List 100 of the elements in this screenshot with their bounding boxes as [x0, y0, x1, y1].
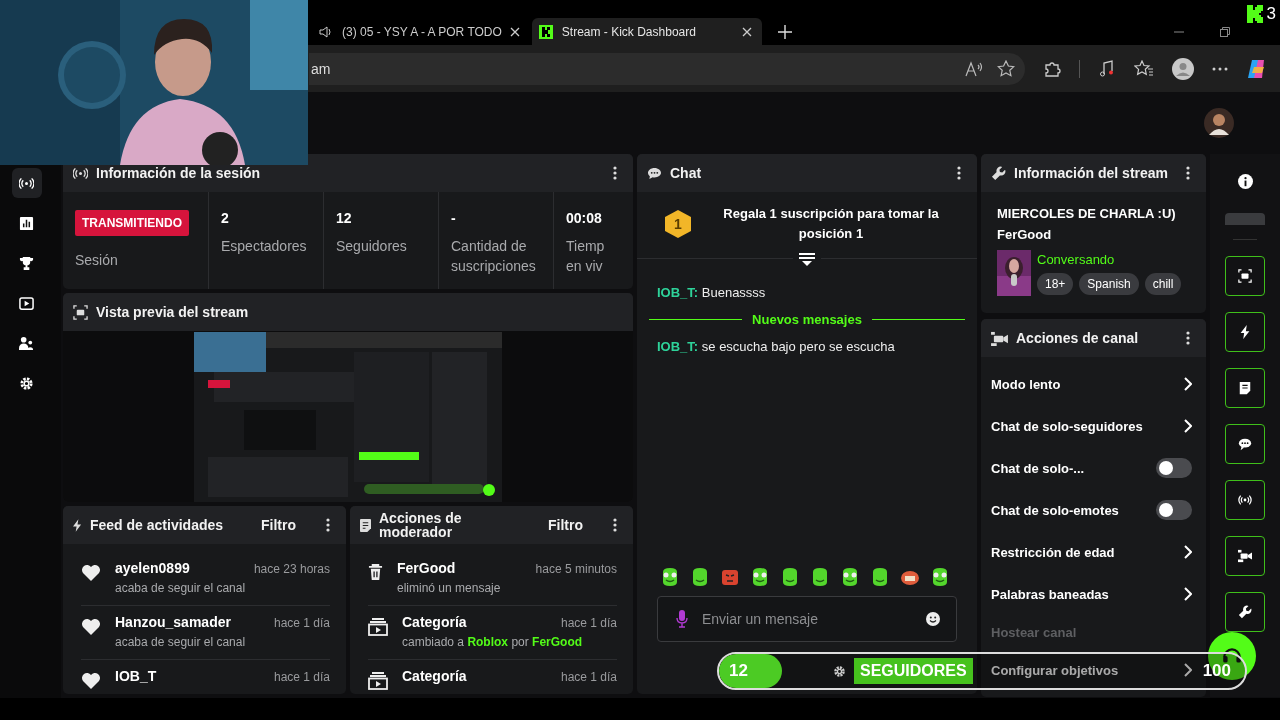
- info-icon[interactable]: [1237, 174, 1253, 189]
- toggle-switch[interactable]: [1156, 500, 1192, 520]
- chevron-right-icon: [1184, 587, 1192, 601]
- stat-value: 00:08: [566, 210, 603, 226]
- stat-value: 12: [336, 210, 353, 226]
- stream-title: MIERCOLES DE CHARLA :U): [997, 206, 1177, 221]
- more-icon[interactable]: [1212, 66, 1228, 71]
- goal-current: 12: [729, 661, 749, 681]
- chat-button[interactable]: [1225, 424, 1265, 464]
- chat-message: IOB_T: se escucha bajo pero se escucha: [657, 339, 896, 354]
- channel-action-item[interactable]: Chat de solo-seguidores: [991, 405, 1192, 447]
- channel-action-item[interactable]: Modo lento: [991, 363, 1192, 405]
- broadcast-icon: [19, 175, 34, 191]
- notification-count: 3: [1266, 4, 1276, 24]
- username: Hanzou_samader: [115, 614, 231, 630]
- address-bar[interactable]: am: [309, 52, 1025, 85]
- username: ayelen0899: [115, 560, 190, 576]
- panel-title: Vista previa del stream: [96, 304, 250, 320]
- panel-title: Chat: [670, 165, 703, 181]
- stat-label: Espectadores: [221, 237, 308, 256]
- broadcast-button[interactable]: [1225, 480, 1265, 520]
- video-category-icon: [368, 672, 388, 690]
- tag-chip[interactable]: chill: [1144, 272, 1182, 295]
- chevron-right-icon: [1184, 419, 1192, 433]
- chat-icon: [1238, 437, 1252, 451]
- browser-tab[interactable]: Stream - Kick Dashboard: [531, 18, 762, 45]
- close-icon[interactable]: [741, 26, 752, 37]
- category-link[interactable]: Conversando: [1037, 251, 1182, 267]
- chart-icon: [19, 215, 34, 231]
- read-aloud-icon[interactable]: [965, 60, 983, 77]
- stat-value: -: [451, 210, 457, 226]
- music-icon[interactable]: [1098, 59, 1116, 78]
- lightning-icon: [73, 518, 82, 532]
- note-icon: [1238, 381, 1252, 395]
- heart-icon: [81, 618, 101, 636]
- activity-text: cambiado a Roblox por FerGood: [402, 635, 584, 649]
- bolt-icon: [1238, 325, 1252, 339]
- close-icon[interactable]: [509, 26, 520, 37]
- camera-button[interactable]: [1225, 536, 1265, 576]
- tag-chip[interactable]: Spanish: [1079, 272, 1139, 295]
- screen-icon: [1238, 269, 1252, 283]
- stat-label: Seguidores: [336, 237, 408, 256]
- panel-title: Feed de actividades: [90, 517, 225, 533]
- channel-action-item[interactable]: Palabras baneadas: [991, 573, 1192, 615]
- chat-message: IOB_T: Buenassss: [657, 285, 767, 300]
- profile-icon[interactable]: [1172, 57, 1194, 80]
- activity-text: acaba de seguir el canal: [115, 581, 247, 595]
- username: FerGood: [397, 560, 456, 576]
- broadcast-icon: [1238, 493, 1252, 507]
- new-tab-icon[interactable]: [777, 24, 792, 39]
- panel-title: Información del stream: [1014, 166, 1170, 180]
- tag-chip[interactable]: 18+: [1037, 272, 1074, 295]
- stat-value: 2: [221, 210, 230, 226]
- heart-icon: [81, 672, 101, 690]
- chevron-right-icon: [1184, 545, 1192, 559]
- chevron-right-icon: [1184, 377, 1192, 391]
- stat-label: Cantidad de suscripciones: [451, 237, 537, 276]
- browser-tab[interactable]: (3) 05 - YSY A - A POR TODO: [312, 18, 530, 45]
- timestamp: hace 1 día: [273, 670, 330, 684]
- bolt-button[interactable]: [1225, 312, 1265, 352]
- channel-action-item[interactable]: Restricción de edad: [991, 531, 1192, 573]
- panel-title: Acciones de moderador: [379, 511, 463, 539]
- toggle-switch[interactable]: [1156, 458, 1192, 478]
- rank-badge: 1: [665, 210, 691, 238]
- filter-button[interactable]: Filtro: [544, 515, 601, 535]
- note-button[interactable]: [1225, 368, 1265, 408]
- screen-button[interactable]: [1225, 256, 1265, 296]
- maximize-icon[interactable]: [1220, 26, 1230, 37]
- screen-icon: [73, 304, 88, 320]
- video-category-icon: [368, 618, 388, 636]
- microphone-icon[interactable]: [676, 610, 688, 628]
- star-icon[interactable]: [997, 59, 1015, 78]
- filter-button[interactable]: Filtro: [257, 515, 314, 535]
- panel-title: Acciones de canal: [1016, 330, 1140, 346]
- trash-icon: [368, 564, 383, 581]
- rail-handle: [1225, 213, 1265, 225]
- chat-input[interactable]: Enviar un mensaje: [700, 610, 914, 628]
- timestamp: hace 1 día: [560, 670, 617, 684]
- sidebar-button[interactable]: [11, 168, 42, 198]
- toggle-label: Chat de solo-emotes: [991, 502, 1119, 518]
- wrench-button[interactable]: [1225, 592, 1265, 632]
- user-avatar[interactable]: [1204, 108, 1234, 138]
- panel-title: Información de la sesión: [96, 165, 262, 181]
- chevron-right-icon: [1184, 663, 1192, 677]
- channel-action-item[interactable]: Configurar objetivos: [991, 649, 1192, 691]
- timestamp: hace 1 día: [273, 616, 330, 630]
- username: IOB_T: [115, 668, 157, 684]
- heart-icon: [81, 564, 101, 582]
- timestamp: hace 5 minutos: [535, 562, 617, 576]
- favorites-icon[interactable]: [1134, 59, 1154, 78]
- extensions-icon[interactable]: [1043, 59, 1061, 78]
- stat-label: Sesión: [75, 251, 119, 270]
- wrench-icon: [991, 165, 1006, 181]
- activity-text: acaba de seguir el canal: [115, 635, 247, 649]
- trophy-icon: [19, 255, 34, 271]
- goal-label: SEGUIDORES: [854, 658, 973, 684]
- stat-label: Tiemp en viv: [566, 237, 606, 276]
- settings-icon[interactable]: [833, 664, 846, 678]
- chat-input-field[interactable]: Enviar un mensaje: [657, 596, 957, 642]
- emoji-icon[interactable]: [926, 612, 940, 626]
